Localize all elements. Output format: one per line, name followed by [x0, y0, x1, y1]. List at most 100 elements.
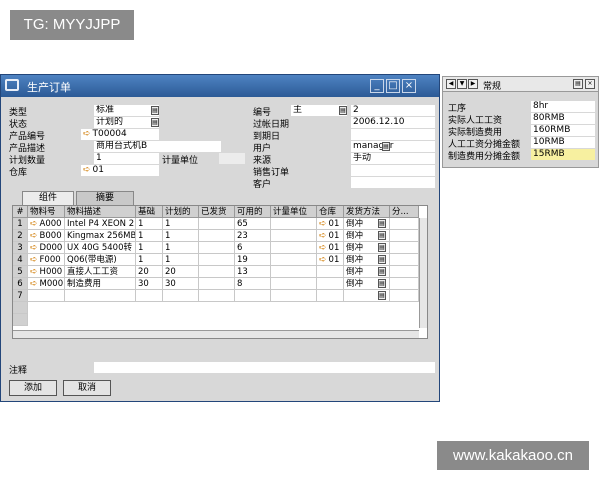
planned-qty-field[interactable]: 1	[94, 153, 159, 164]
table-cell[interactable]: ➪ 01	[317, 218, 344, 230]
grid-col-header[interactable]: 已发货	[199, 206, 235, 218]
table-cell[interactable]: 1	[163, 218, 199, 230]
link-arrow-icon[interactable]: ➪	[30, 278, 38, 289]
table-row[interactable]: 3 ➪ D000 UX 40G 5400转 1 1 6 ➪ 01 倒冲 ▤	[13, 242, 419, 254]
table-cell[interactable]	[199, 266, 235, 278]
cancel-button[interactable]: 取消	[63, 380, 111, 396]
table-cell[interactable]	[390, 266, 419, 278]
link-arrow-icon[interactable]: ➪	[319, 230, 327, 241]
grid-col-header[interactable]: 计量单位	[271, 206, 317, 218]
grid-col-header[interactable]: 物料号	[28, 206, 65, 218]
table-cell[interactable]: 倒冲 ▤	[344, 278, 390, 290]
table-row[interactable]	[13, 302, 419, 314]
product-no-field[interactable]: ➪ T00004	[81, 129, 159, 140]
dropdown-icon[interactable]: ▤	[339, 106, 347, 115]
uom-field[interactable]	[219, 153, 245, 164]
table-cell[interactable]: ➪ A000	[28, 218, 65, 230]
product-desc-field[interactable]: 商用台式机B	[94, 141, 221, 152]
link-arrow-icon[interactable]: ➪	[30, 266, 38, 277]
customer-field[interactable]	[351, 177, 435, 188]
add-button[interactable]: 添加	[9, 380, 57, 396]
table-cell[interactable]: 倒冲 ▤	[344, 230, 390, 242]
prev-icon[interactable]: ◀	[446, 79, 456, 89]
table-cell[interactable]: 1	[136, 254, 163, 266]
table-cell[interactable]: 20	[163, 266, 199, 278]
grid-col-header[interactable]: 仓库	[317, 206, 344, 218]
table-cell[interactable]	[199, 290, 235, 302]
table-cell[interactable]	[390, 278, 419, 290]
dropdown-icon[interactable]: ▤	[151, 106, 159, 115]
close-icon[interactable]: ×	[402, 79, 416, 93]
table-row[interactable]: 6 ➪ M000 制造费用 30 30 8 倒冲 ▤	[13, 278, 419, 290]
table-cell[interactable]: ➪ 01	[317, 242, 344, 254]
table-cell[interactable]: 30	[136, 278, 163, 290]
side-row-value[interactable]: 8hr	[531, 101, 595, 112]
table-row[interactable]: 5 ➪ H000 直接人工工资 20 20 13 倒冲 ▤	[13, 266, 419, 278]
table-cell[interactable]	[390, 218, 419, 230]
table-cell[interactable]	[199, 254, 235, 266]
grid-col-header[interactable]: 发货方法	[344, 206, 390, 218]
link-arrow-icon[interactable]: ➪	[319, 218, 327, 229]
table-cell[interactable]: 13	[235, 266, 271, 278]
table-cell[interactable]	[317, 266, 344, 278]
link-arrow-icon[interactable]: ➪	[30, 218, 38, 229]
table-cell[interactable]: ➪ B000	[28, 230, 65, 242]
due-date-field[interactable]	[351, 129, 435, 140]
table-cell[interactable]: ➪ M000	[28, 278, 65, 290]
dropdown-icon[interactable]: ▤	[378, 279, 386, 288]
table-cell[interactable]	[390, 290, 419, 302]
sales-order-field[interactable]	[351, 165, 435, 176]
table-cell[interactable]	[271, 278, 317, 290]
link-arrow-icon[interactable]: ➪	[319, 254, 327, 265]
table-cell[interactable]: 倒冲 ▤	[344, 254, 390, 266]
table-cell[interactable]: 1	[163, 230, 199, 242]
origin-field[interactable]: 手动	[351, 153, 435, 164]
table-cell[interactable]	[199, 278, 235, 290]
table-cell[interactable]: ▤	[344, 290, 390, 302]
dropdown-icon[interactable]: ▤	[378, 255, 386, 264]
minimize-icon[interactable]: _	[370, 79, 384, 93]
table-cell[interactable]	[28, 290, 65, 302]
table-row[interactable]: 1 ➪ A000 Intel P4 XEON 2 1 1 65 ➪ 01 倒冲 ▤	[13, 218, 419, 230]
dropdown-icon[interactable]: ▼	[457, 79, 467, 89]
table-cell[interactable]: 6	[235, 242, 271, 254]
table-cell[interactable]: 19	[235, 254, 271, 266]
grid-col-header[interactable]: 基础	[136, 206, 163, 218]
link-arrow-icon[interactable]: ➪	[30, 242, 38, 253]
table-cell[interactable]	[271, 242, 317, 254]
vertical-scrollbar[interactable]	[419, 218, 427, 328]
close-icon[interactable]: ×	[585, 79, 595, 89]
table-cell[interactable]: Kingmax 256MB	[65, 230, 136, 242]
grid-col-header[interactable]: 分...	[390, 206, 419, 218]
dropdown-icon[interactable]: ▤	[378, 219, 386, 228]
table-cell[interactable]	[317, 290, 344, 302]
table-cell[interactable]	[65, 290, 136, 302]
table-cell[interactable]: 1	[163, 254, 199, 266]
table-row[interactable]: 7 ▤	[13, 290, 419, 302]
table-cell[interactable]	[390, 254, 419, 266]
table-cell[interactable]	[271, 218, 317, 230]
link-arrow-icon[interactable]: ➪	[83, 129, 91, 140]
dropdown-icon[interactable]: ▤	[378, 231, 386, 240]
table-cell[interactable]: Intel P4 XEON 2	[65, 218, 136, 230]
number-field[interactable]: 2	[351, 105, 435, 116]
tab-components[interactable]: 组件	[22, 191, 74, 205]
grid-col-header[interactable]: 可用的	[235, 206, 271, 218]
table-cell[interactable]: 23	[235, 230, 271, 242]
table-cell[interactable]: 直接人工工资	[65, 266, 136, 278]
posting-date-field[interactable]: 2006.12.10	[351, 117, 435, 128]
horizontal-scrollbar[interactable]	[13, 330, 419, 338]
dropdown-icon[interactable]: ▤	[151, 118, 159, 127]
table-cell[interactable]: ➪ H000	[28, 266, 65, 278]
table-cell[interactable]	[271, 266, 317, 278]
window-titlebar[interactable]: 生产订单 _ □ ×	[1, 75, 439, 97]
link-arrow-icon[interactable]: ➪	[83, 165, 91, 176]
type-select[interactable]: 标准	[94, 105, 159, 116]
grid-col-header[interactable]: 物料描述	[65, 206, 136, 218]
table-cell[interactable]	[163, 290, 199, 302]
table-cell[interactable]: 倒冲 ▤	[344, 266, 390, 278]
link-arrow-icon[interactable]: ➪	[30, 230, 38, 241]
dropdown-icon[interactable]: ▤	[378, 267, 386, 276]
link-arrow-icon[interactable]: ➪	[319, 242, 327, 253]
table-cell[interactable]	[390, 230, 419, 242]
